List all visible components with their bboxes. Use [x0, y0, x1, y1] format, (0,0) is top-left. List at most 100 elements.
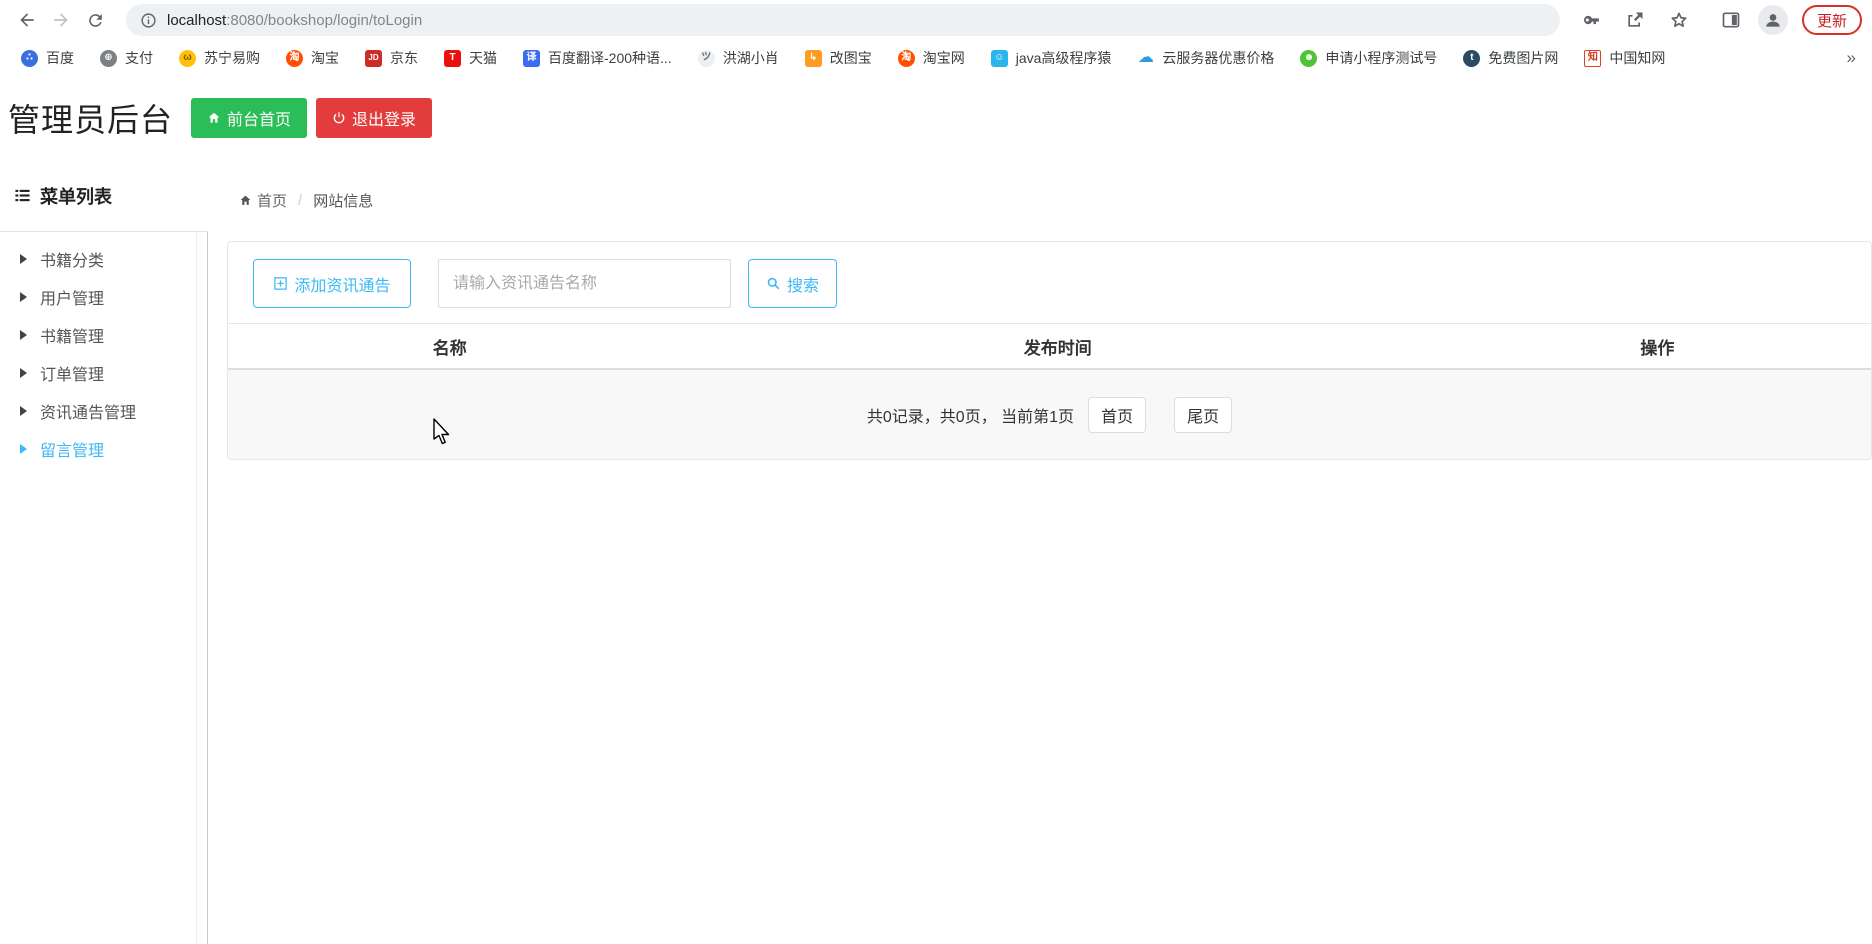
breadcrumb-current: 网站信息 [313, 193, 374, 210]
bookmark-item[interactable]: ∴ 百度 [8, 48, 87, 68]
page-info-icon[interactable] [140, 12, 157, 29]
power-icon [332, 111, 346, 125]
sidebar-menu-item[interactable]: 用户管理 [0, 278, 207, 316]
baidu-translate-icon: 译 [523, 49, 540, 67]
address-bar[interactable]: localhost:8080/bookshop/login/toLogin [126, 4, 1560, 36]
bookmark-label: java高级程序猿 [1015, 50, 1112, 66]
bookmark-label: 天猫 [469, 50, 497, 66]
menu-list-icon [14, 187, 31, 204]
bookmark-item[interactable]: t 免费图片网 [1450, 48, 1571, 68]
bookmark-label: 中国知网 [1609, 50, 1666, 66]
baidu-paw-icon: ∴ [21, 49, 38, 67]
bookmark-item[interactable]: ↳ 改图宝 [792, 48, 885, 68]
table-column-header: 名称 [432, 338, 467, 358]
pixabay-t-icon: t [1463, 49, 1481, 67]
caret-right-icon [20, 368, 27, 378]
last-page-button[interactable]: 尾页 [1174, 396, 1233, 433]
side-panel-icon[interactable] [1714, 3, 1748, 37]
bookmark-star-icon[interactable] [1662, 3, 1696, 37]
reload-icon[interactable] [78, 3, 112, 37]
bookmark-item[interactable]: 淘 淘宝 [273, 48, 352, 68]
search-icon [766, 276, 781, 291]
cloud-icon: ☁ [1137, 49, 1154, 66]
sidebar-title: 菜单列表 [0, 160, 208, 232]
bookmark-label: 淘宝网 [922, 50, 965, 66]
bookmark-label: 改图宝 [829, 50, 872, 66]
gaitubao-icon: ↳ [804, 49, 822, 67]
home-icon [239, 194, 252, 207]
back-icon[interactable] [10, 3, 44, 37]
pagination-row: 共0记录，共0页， 当前第1页 首页 尾页 [228, 370, 1871, 459]
profile-avatar-icon[interactable] [1757, 5, 1788, 35]
logout-button[interactable]: 退出登录 [316, 98, 433, 138]
sidebar-menu-item[interactable]: 资讯通告管理 [0, 392, 207, 430]
bookmark-label: 洪湖小肖 [722, 50, 779, 66]
sidebar-item-label: 留言管理 [40, 443, 105, 460]
taobao-icon: 淘 [897, 49, 915, 67]
content-area: 首页 / 网站信息 添加资讯通告 搜索 [208, 160, 1872, 944]
sidebar-menu-item[interactable]: 书籍管理 [0, 316, 207, 354]
bookmark-label: 京东 [390, 50, 418, 66]
tmall-icon: T [444, 49, 461, 67]
sidebar-item-label: 资讯通告管理 [40, 405, 137, 422]
wechat-icon: ☻ [1300, 49, 1318, 67]
bookmark-label: 云服务器优惠价格 [1162, 50, 1275, 66]
bookmark-item[interactable]: 知 中国知网 [1571, 48, 1678, 68]
share-icon[interactable] [1618, 3, 1652, 37]
bookmark-item[interactable]: 译 百度翻译-200种语... [510, 48, 685, 68]
chrome-update-button[interactable]: 更新 [1801, 5, 1862, 35]
sidebar-menu-item[interactable]: 订单管理 [0, 354, 207, 392]
bookmark-label: 支付 [125, 50, 153, 66]
bookmark-label: 淘宝 [311, 50, 339, 66]
forward-icon[interactable] [44, 3, 78, 37]
url-text: localhost:8080/bookshop/login/toLogin [167, 11, 423, 29]
bookmark-label: 百度翻译-200种语... [548, 50, 672, 66]
front-home-button[interactable]: 前台首页 [191, 98, 308, 138]
notice-panel: 添加资讯通告 搜索 名称 发布时间 操作 [227, 241, 1872, 460]
table-column-header: 发布时间 [1023, 338, 1092, 358]
sidebar: 菜单列表 书籍分类 用户管理 书籍管理 订单管理 资讯通告管理 留言管理 [0, 160, 208, 944]
breadcrumb-separator: / [298, 192, 303, 209]
bookmark-item[interactable]: 淘 淘宝网 [885, 48, 978, 68]
bookmark-item[interactable]: ⊕ 支付 [87, 48, 166, 68]
globe-icon: ⊕ [100, 49, 117, 67]
bookmarks-overflow-chevron-icon[interactable]: » [1839, 48, 1864, 68]
browser-toolbar: localhost:8080/bookshop/login/toLogin 更新 [0, 0, 1872, 40]
password-key-icon[interactable] [1574, 3, 1608, 37]
breadcrumb-home[interactable]: 首页 [239, 190, 287, 211]
bookmark-label: 百度 [46, 50, 74, 66]
table-header-row: 名称 发布时间 操作 [228, 324, 1871, 370]
caret-right-icon [20, 444, 27, 454]
sidebar-item-label: 书籍分类 [40, 253, 105, 270]
bookmark-item[interactable]: ω 苏宁易购 [166, 48, 273, 68]
plus-square-icon [273, 276, 288, 291]
bookmark-label: 免费图片网 [1488, 50, 1559, 66]
pagination-summary: 共0记录，共0页， 当前第1页 [866, 408, 1075, 426]
bookmark-item[interactable]: ☻ 申请小程序测试号 [1287, 48, 1450, 68]
sidebar-menu: 书籍分类 用户管理 书籍管理 订单管理 资讯通告管理 留言管理 [0, 232, 208, 944]
bookmark-label: 苏宁易购 [204, 50, 260, 66]
caret-right-icon [20, 254, 27, 264]
notice-search-input[interactable] [438, 259, 731, 308]
bookmark-item[interactable]: ☺ java高级程序猿 [978, 48, 1125, 68]
sidebar-item-label: 用户管理 [40, 291, 105, 308]
search-button[interactable]: 搜索 [748, 259, 837, 308]
table-column-header: 操作 [1640, 338, 1675, 358]
bookmark-item[interactable]: T 天猫 [431, 48, 510, 68]
taobao-icon: 淘 [286, 49, 303, 67]
bookmark-item[interactable]: JD 京东 [352, 48, 431, 68]
cnki-icon: 知 [1584, 49, 1602, 67]
site-header: 管理员后台 前台首页 退出登录 [0, 76, 1872, 160]
caret-right-icon [20, 406, 27, 416]
suning-lion-icon: ω [179, 49, 196, 67]
bird-icon: ツ [697, 49, 715, 67]
bookmark-item[interactable]: ツ 洪湖小肖 [685, 48, 792, 68]
caret-right-icon [20, 330, 27, 340]
page-title: 管理员后台 [8, 102, 174, 138]
add-notice-button[interactable]: 添加资讯通告 [253, 259, 411, 308]
home-icon [207, 111, 221, 125]
sidebar-menu-item[interactable]: 留言管理 [0, 430, 207, 468]
bookmark-item[interactable]: ☁ 云服务器优惠价格 [1124, 48, 1287, 68]
sidebar-menu-item[interactable]: 书籍分类 [0, 240, 207, 278]
first-page-button[interactable]: 首页 [1088, 396, 1147, 433]
